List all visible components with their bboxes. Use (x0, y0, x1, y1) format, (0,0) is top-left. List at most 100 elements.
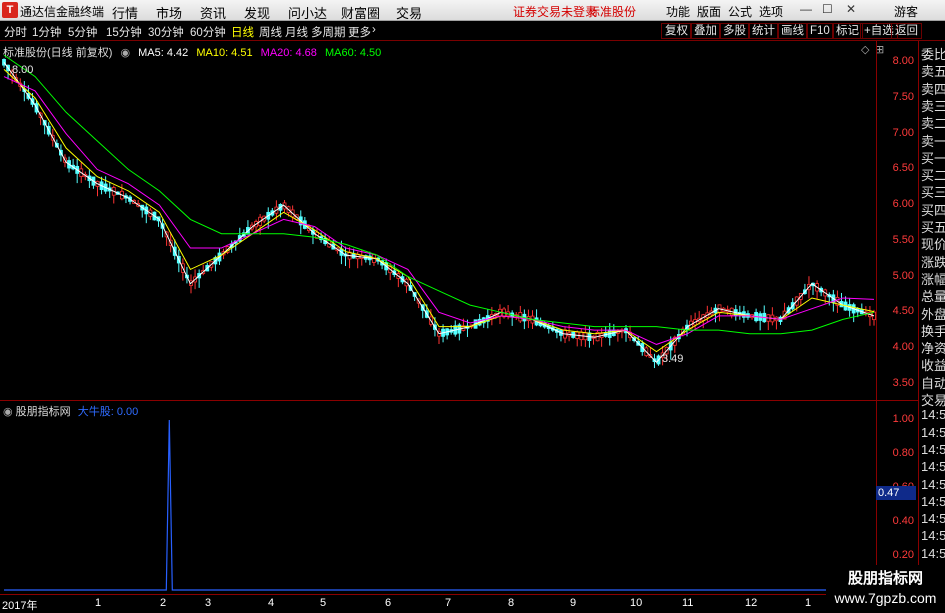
side-panel-item[interactable]: 换手 (921, 321, 945, 340)
stats-button[interactable]: 统计 (748, 23, 779, 39)
side-panel-item[interactable]: 买三 (921, 182, 945, 201)
side-panel-item[interactable]: 14:56 (921, 442, 945, 457)
indicator-settings-icon[interactable]: ◉ (3, 406, 13, 418)
side-panel-item[interactable]: 涨跌 (921, 252, 945, 271)
tab-60min[interactable]: 60分钟 (190, 24, 226, 40)
candle-body (855, 308, 860, 313)
candle-body (160, 223, 165, 229)
tab-15min[interactable]: 15分钟 (106, 24, 142, 40)
side-panel-item[interactable]: 14:56 (921, 477, 945, 492)
candle-body (823, 289, 828, 297)
side-panel-item[interactable]: 卖一 (921, 131, 945, 150)
candle-body (26, 93, 31, 99)
kline-chart[interactable] (0, 0, 945, 609)
side-panel-item[interactable]: 现价 (921, 234, 945, 253)
side-panel-item[interactable]: 净资 (921, 338, 945, 357)
side-panel-item[interactable]: 14:56 (921, 546, 945, 561)
tab-5min[interactable]: 5分钟 (68, 24, 97, 40)
close-icon[interactable]: ✕ (846, 2, 856, 16)
candle-body (477, 318, 482, 326)
price-tick-label: 8.00 (892, 55, 914, 68)
candle-body (595, 331, 600, 342)
candle-body (599, 333, 604, 338)
ma-line-ma5 (3, 62, 875, 364)
overlay-button[interactable]: 叠加 (690, 23, 721, 39)
candle-body (603, 332, 608, 337)
candle-body (302, 220, 307, 229)
menu-faxian[interactable]: 发现 (244, 3, 270, 22)
candle-body (335, 247, 340, 252)
side-panel-item[interactable]: 自动 (921, 373, 945, 392)
price-tick-label: 7.00 (892, 126, 914, 139)
side-panel-item[interactable]: 外盘 (921, 304, 945, 323)
tab-fenshi[interactable]: 分时 (4, 24, 27, 40)
side-panel-item[interactable]: 卖二 (921, 113, 945, 132)
tab-more[interactable]: 更多 (348, 24, 371, 40)
side-panel-item[interactable]: 收益 (921, 355, 945, 374)
settings-circle-icon[interactable]: ◉ (120, 47, 130, 59)
price-tick-label: 6.50 (892, 162, 914, 175)
candle-body (136, 203, 141, 207)
layout-button[interactable]: 版面 (697, 3, 721, 20)
side-panel-item[interactable]: 14:56 (921, 528, 945, 543)
diamond-icon[interactable]: ◇ (861, 43, 869, 56)
side-panel-item[interactable]: 卖五 (921, 61, 945, 80)
draw-button[interactable]: 画线 (777, 23, 808, 39)
minimize-icon[interactable]: — (800, 2, 812, 16)
menu-jiaoyi[interactable]: 交易 (396, 3, 422, 22)
side-panel-item[interactable]: 14:56 (921, 459, 945, 474)
f10-button[interactable]: F10 (806, 23, 834, 39)
tab-1min[interactable]: 1分钟 (32, 24, 61, 40)
tab-multi-period[interactable]: 多周期 (311, 24, 346, 40)
candle-body (416, 298, 421, 304)
candle-body (71, 164, 76, 170)
candle-body (713, 307, 718, 314)
formula-button[interactable]: 公式 (728, 3, 752, 20)
price-tick-label: 4.50 (892, 305, 914, 318)
login-alert[interactable]: 证券交易未登录 (513, 3, 597, 20)
tab-30min[interactable]: 30分钟 (148, 24, 184, 40)
candle-body (750, 314, 754, 319)
side-panel-item[interactable]: 14:56 (921, 511, 945, 526)
menu-wenxiaoda[interactable]: 问小达 (288, 3, 327, 22)
function-button[interactable]: 功能 (666, 3, 690, 20)
side-panel-item[interactable]: 涨幅 (921, 269, 945, 288)
tab-daily[interactable]: 日线 (231, 24, 254, 40)
side-panel-item[interactable]: 卖四 (921, 79, 945, 98)
side-panel-item[interactable]: 买四 (921, 200, 945, 219)
side-panel-item[interactable]: 14:56 (921, 494, 945, 509)
mark-button[interactable]: 标记 (832, 23, 863, 39)
candle-body (847, 304, 852, 311)
candle-body (152, 211, 157, 221)
back-button[interactable]: 返回 (891, 23, 922, 39)
candle-body (766, 314, 771, 322)
side-panel-item[interactable]: 卖三 (921, 96, 945, 115)
menu-shichang[interactable]: 市场 (156, 3, 182, 22)
indicator-legend: ◉ 股朋指标网 大牛股: 0.00 (3, 403, 138, 419)
side-panel-item[interactable]: 委比 (921, 44, 945, 63)
ma-line-ma60 (3, 54, 875, 335)
tab-weekly[interactable]: 周线 (259, 24, 282, 40)
ma5-label: MA5: 4.42 (138, 47, 189, 59)
menu-hangqing[interactable]: 行情 (112, 3, 138, 22)
side-panel-item[interactable]: 买二 (921, 165, 945, 184)
side-panel-item[interactable]: 14:56 (921, 425, 945, 440)
candle-body (676, 334, 681, 340)
menu-caifuquan[interactable]: 财富圈 (341, 3, 380, 22)
candle-body (270, 210, 275, 216)
quote-side-panel: 委比 卖五 卖四 卖三 卖二 卖一 买一 买二 买三 买四 买五 现价 涨跌 涨幅 总量 外盘 换手 净资 收益 自动… (918, 41, 945, 609)
multi-stock-button[interactable]: 多股 (719, 23, 750, 39)
side-panel-item[interactable]: 总量 (921, 286, 945, 305)
tab-monthly[interactable]: 月线 (285, 24, 308, 40)
side-panel-item[interactable]: 买一 (921, 148, 945, 167)
candle-body (729, 307, 734, 316)
side-panel-item[interactable]: 买五 (921, 217, 945, 236)
chevron-right-icon[interactable]: › (372, 24, 376, 36)
side-panel-item[interactable]: 交易 (921, 390, 945, 409)
guest-label[interactable]: 游客 (894, 3, 918, 20)
maximize-icon[interactable]: ☐ (822, 2, 833, 16)
side-panel-item[interactable]: 14:56 (921, 407, 945, 422)
fuquan-button[interactable]: 复权 (661, 23, 692, 39)
options-button[interactable]: 选项 (759, 3, 783, 20)
menu-zixun[interactable]: 资讯 (200, 3, 226, 22)
